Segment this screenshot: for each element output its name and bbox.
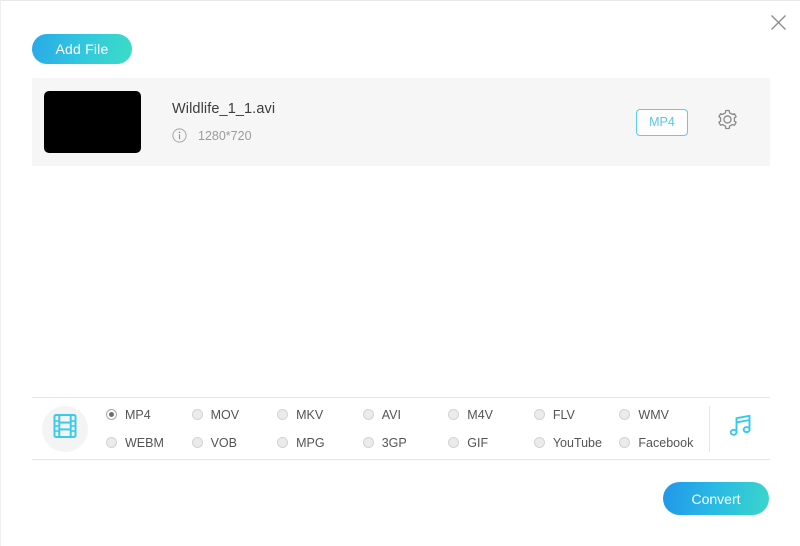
radio-icon <box>277 437 289 448</box>
radio-icon <box>448 409 460 420</box>
music-note-icon <box>725 411 755 446</box>
file-list-item[interactable]: Wildlife_1_1.avi 1280*720 MP4 <box>32 78 770 166</box>
format-option-label: MPG <box>296 435 325 450</box>
film-strip-icon <box>51 412 79 445</box>
output-format-label: MP4 <box>649 115 675 129</box>
converter-window: Add File Wildlife_1_1.avi 1280*720 MP4 M… <box>0 0 800 546</box>
format-option-mpg[interactable]: MPG <box>277 432 363 453</box>
format-option-m4v[interactable]: M4V <box>448 404 534 425</box>
file-settings-button[interactable] <box>712 107 742 137</box>
format-option-label: FLV <box>552 407 575 422</box>
format-option-label: Facebook <box>638 435 694 450</box>
format-option-mov[interactable]: MOV <box>191 404 278 425</box>
add-file-button[interactable]: Add File <box>32 34 132 64</box>
close-window-button[interactable] <box>765 9 791 35</box>
format-option-label: 3GP <box>381 435 407 450</box>
format-option-mkv[interactable]: MKV <box>277 404 363 425</box>
format-option-label: MP4 <box>125 407 151 422</box>
format-option-avi[interactable]: AVI <box>362 404 449 425</box>
close-icon <box>770 14 787 31</box>
radio-icon <box>362 437 374 448</box>
radio-icon <box>533 437 545 448</box>
radio-icon <box>362 409 374 420</box>
radio-icon <box>533 409 545 420</box>
format-option-label: VOB <box>210 435 237 450</box>
format-option-label: MOV <box>210 407 240 422</box>
format-option-label: YouTube <box>552 435 602 450</box>
format-option-wmv[interactable]: WMV <box>619 404 705 425</box>
radio-icon <box>191 409 203 420</box>
radio-icon <box>619 409 631 420</box>
output-format-badge[interactable]: MP4 <box>636 108 688 136</box>
file-name: Wildlife_1_1.avi <box>172 101 276 117</box>
format-option-flv[interactable]: FLV <box>533 404 620 425</box>
video-thumbnail[interactable] <box>44 91 141 153</box>
format-option-vob[interactable]: VOB <box>191 432 278 453</box>
add-file-label: Add File <box>55 41 109 57</box>
convert-label: Convert <box>691 490 741 507</box>
format-option-label: WMV <box>638 407 669 422</box>
format-option-label: AVI <box>381 407 401 422</box>
radio-icon <box>191 437 203 448</box>
radio-icon <box>448 437 460 448</box>
format-option-mp4[interactable]: MP4 <box>106 404 192 425</box>
file-meta: Wildlife_1_1.avi 1280*720 <box>172 101 636 143</box>
format-option-youtube[interactable]: YouTube <box>533 432 620 453</box>
format-option-label: M4V <box>467 407 493 422</box>
format-option-gif[interactable]: GIF <box>448 432 534 453</box>
format-option-label: MKV <box>296 407 324 422</box>
format-option-facebook[interactable]: Facebook <box>619 432 705 453</box>
video-formats-toggle[interactable] <box>42 405 88 452</box>
gear-icon <box>716 108 739 136</box>
format-option-webm[interactable]: WEBM <box>106 432 192 453</box>
format-option-3gp[interactable]: 3GP <box>362 432 449 453</box>
audio-formats-toggle[interactable] <box>710 406 770 452</box>
radio-icon <box>106 409 117 420</box>
radio-icon <box>277 409 289 420</box>
file-resolution: 1280*720 <box>198 128 252 143</box>
output-format-bar: MP4 MOV MKV AVI M4V FLV WMV WEBM VOB MPG… <box>32 397 770 460</box>
format-option-label: GIF <box>467 435 489 450</box>
file-sub-info: 1280*720 <box>172 128 636 143</box>
info-icon[interactable] <box>172 128 187 143</box>
format-option-label: WEBM <box>125 435 164 450</box>
convert-button[interactable]: Convert <box>663 482 769 515</box>
radio-icon <box>619 437 631 448</box>
format-options-grid: MP4 MOV MKV AVI M4V FLV WMV WEBM VOB MPG… <box>106 404 705 453</box>
file-list: Wildlife_1_1.avi 1280*720 MP4 <box>32 78 770 166</box>
radio-icon <box>106 437 117 448</box>
